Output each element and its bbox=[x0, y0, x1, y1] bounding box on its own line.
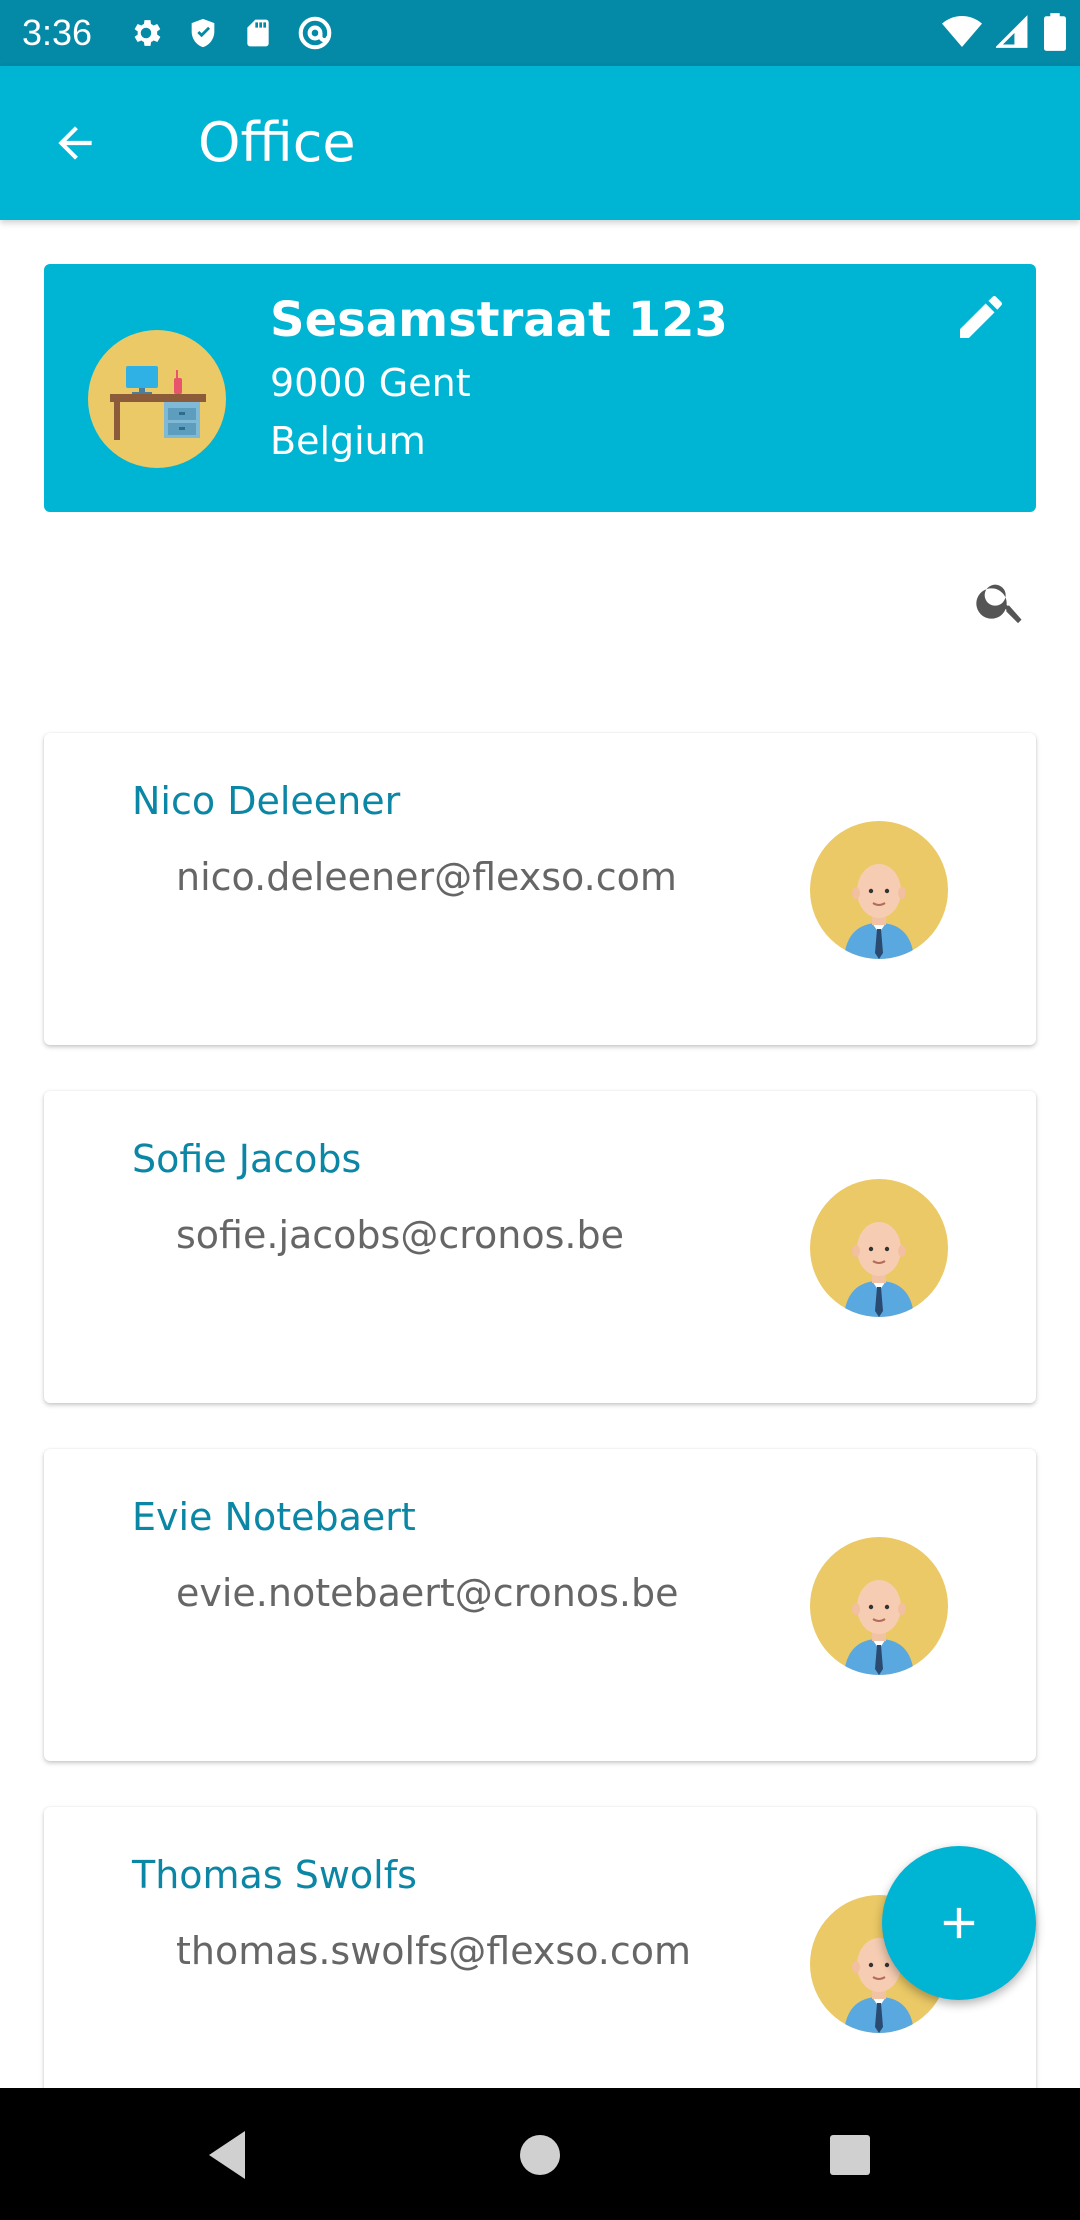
home-circle-icon bbox=[520, 2135, 560, 2175]
back-triangle-icon bbox=[209, 2131, 245, 2179]
settings-icon bbox=[134, 20, 161, 46]
person-avatar-icon bbox=[844, 1580, 914, 1675]
search-button[interactable] bbox=[966, 566, 1036, 636]
contact-email: evie.notebaert@cronos.be bbox=[176, 1571, 679, 1615]
at-sign-icon bbox=[298, 16, 332, 50]
page-title: Office bbox=[198, 111, 356, 174]
recents-square-icon bbox=[830, 2135, 870, 2175]
avatar bbox=[810, 1537, 948, 1675]
contact-name: Nico Deleener bbox=[132, 779, 401, 823]
sd-card-icon bbox=[247, 19, 269, 47]
contact-card[interactable]: Nico Deleener nico.deleener@flexso.com bbox=[44, 733, 1036, 1045]
back-button[interactable] bbox=[38, 106, 112, 180]
contact-email: sofie.jacobs@cronos.be bbox=[176, 1213, 624, 1257]
status-time: 3:36 bbox=[22, 12, 93, 53]
office-avatar bbox=[88, 330, 226, 468]
office-card: Sesamstraat 123 9000 Gent Belgium bbox=[44, 264, 1036, 512]
avatar bbox=[810, 1179, 948, 1317]
status-bar: 3:36 bbox=[0, 0, 1080, 66]
contact-name: Thomas Swolfs bbox=[132, 1853, 417, 1897]
contact-name: Sofie Jacobs bbox=[132, 1137, 362, 1181]
avatar bbox=[810, 821, 948, 959]
status-icons-left bbox=[128, 14, 334, 52]
plus-icon bbox=[943, 1907, 975, 1939]
contact-card[interactable]: Sofie Jacobs sofie.jacobs@cronos.be bbox=[44, 1091, 1036, 1403]
arrow-left-icon bbox=[58, 126, 92, 160]
contact-name: Evie Notebaert bbox=[132, 1495, 416, 1539]
shield-icon bbox=[191, 18, 215, 48]
contact-email: nico.deleener@flexso.com bbox=[176, 855, 677, 899]
nav-recents-button[interactable] bbox=[805, 2110, 895, 2200]
contact-card[interactable]: Evie Notebaert evie.notebaert@cronos.be bbox=[44, 1449, 1036, 1761]
office-city: 9000 Gent bbox=[270, 361, 471, 405]
app-bar: Office bbox=[0, 66, 1080, 220]
office-country: Belgium bbox=[270, 419, 426, 463]
contact-email: thomas.swolfs@flexso.com bbox=[176, 1929, 692, 1973]
status-icons-right bbox=[942, 12, 1066, 52]
person-avatar-icon bbox=[844, 864, 914, 959]
nav-home-button[interactable] bbox=[495, 2110, 585, 2200]
pencil-icon bbox=[960, 296, 1002, 338]
add-contact-button[interactable] bbox=[882, 1846, 1036, 2000]
system-nav-bar bbox=[0, 2088, 1080, 2220]
edit-button[interactable] bbox=[950, 286, 1012, 348]
office-street: Sesamstraat 123 bbox=[270, 292, 728, 348]
person-avatar-icon bbox=[844, 1222, 914, 1317]
wifi-icon bbox=[942, 16, 982, 47]
desk-icon bbox=[110, 366, 206, 440]
nav-back-button[interactable] bbox=[182, 2110, 272, 2200]
battery-icon bbox=[1044, 13, 1066, 51]
contact-card[interactable]: Thomas Swolfs thomas.swolfs@flexso.com bbox=[44, 1807, 1036, 2119]
search-icon bbox=[976, 584, 1022, 624]
cell-signal-icon bbox=[996, 15, 1028, 48]
